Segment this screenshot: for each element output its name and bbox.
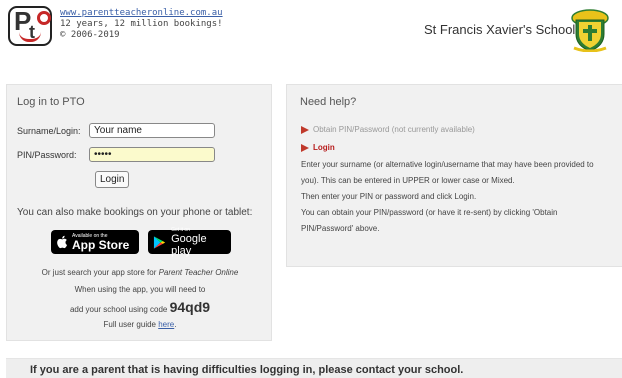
site-url-link[interactable]: www.parentteacheronline.com.au [60,8,223,18]
help-login-link[interactable]: Login [313,143,335,152]
tagline: 12 years, 12 million bookings! [60,19,223,29]
google-play-button[interactable]: Get it on Google play [148,227,231,257]
triangle-right-icon [301,143,309,152]
help-instructions: Enter your surname (or alternative login… [301,157,611,237]
search-app-store-text: Or just search your app store for Parent… [41,268,239,277]
pin-input[interactable] [89,147,215,162]
help-paragraph-3: You can obtain your PIN/password (or hav… [301,208,558,233]
copyright: © 2006-2019 [60,30,120,40]
school-name: St Francis Xavier's School [424,22,576,37]
user-guide-link[interactable]: here [158,320,174,329]
login-button[interactable]: Login [95,171,130,188]
google-play-icon [153,235,166,249]
school-crest-icon [571,9,609,52]
help-panel: Need help? Obtain PIN/Password (not curr… [286,84,622,267]
also-bookings-text: You can also make bookings on your phone… [17,207,253,218]
help-paragraph-2: Then enter your PIN or password and clic… [301,192,477,201]
login-link-row[interactable]: Login [301,143,335,152]
pin-label: PIN/Password: [17,150,77,160]
school-code: 94qd9 [169,299,211,315]
surname-input[interactable] [89,123,215,138]
site-info: www.parentteacheronline.com.au 12 years,… [60,8,223,41]
when-using-app-text: When using the app, you will need to [74,285,206,294]
user-guide-line: Full user guide here. [103,320,177,329]
help-paragraph-1: Enter your surname (or alternative login… [301,160,594,185]
apple-icon [57,235,67,249]
help-title: Need help? [300,96,357,108]
app-store-button[interactable]: Available on the App Store [51,230,139,254]
surname-label: Surname/Login: [17,126,81,136]
parent-notice-text: If you are a parent that is having diffi… [30,364,464,376]
obtain-pin-row[interactable]: Obtain PIN/Password (not currently avail… [301,125,475,134]
app-store-label: App Store [72,238,130,252]
google-play-label: Google play [171,233,207,257]
triangle-right-icon [301,125,309,134]
login-panel: Log in to PTO Surname/Login: PIN/Passwor… [6,84,272,341]
parent-notice-bar: If you are a parent that is having diffi… [6,358,622,378]
login-title: Log in to PTO [17,96,85,108]
school-code-line: add your school using code 94qd9 [69,299,211,315]
obtain-pin-link[interactable]: Obtain PIN/Password (not currently avail… [313,125,475,134]
pto-logo[interactable]: P t [8,6,52,46]
